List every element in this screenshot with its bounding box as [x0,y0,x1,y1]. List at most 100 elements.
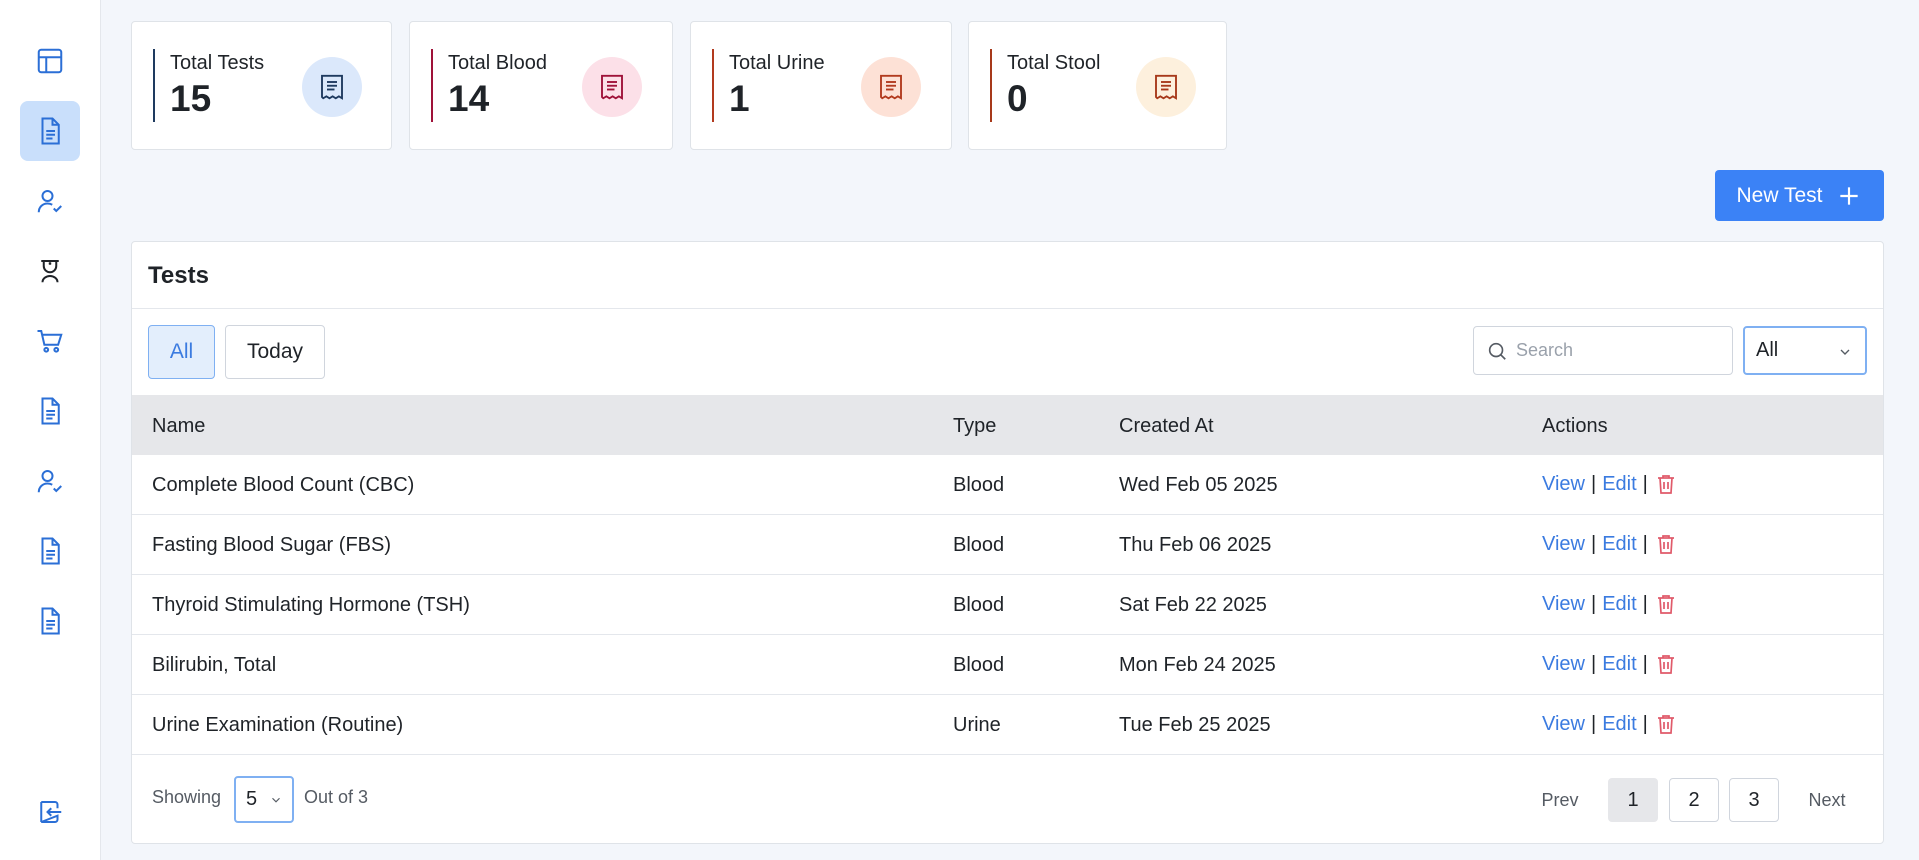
search-input[interactable] [1516,340,1716,361]
stat-card-total-blood: Total Blood 14 [409,21,673,150]
test-created-at: Wed Feb 05 2025 [1119,474,1278,496]
edit-link[interactable]: Edit [1602,713,1636,736]
sidebar-item-nurses[interactable] [20,241,80,301]
nurse-icon [41,260,59,283]
action-separator: | [1591,712,1597,735]
trash-icon[interactable] [1654,472,1678,496]
action-separator: | [1591,652,1597,675]
row-actions: View | Edit | [1542,712,1678,736]
new-test-label: New Test [1736,183,1823,207]
table-row: Bilirubin, Total Blood Mon Feb 24 2025 V… [132,635,1883,695]
stat-card-total-tests: Total Tests 15 [131,21,392,150]
action-separator: | [1642,472,1648,495]
filter-all-button[interactable]: All [148,325,215,379]
trash-icon[interactable] [1654,712,1678,736]
action-separator: | [1591,532,1597,555]
stat-accent-bar [712,49,714,122]
column-header-name[interactable]: Name [152,415,205,438]
stat-label: Total Blood [448,52,547,74]
action-separator: | [1591,472,1597,495]
document-icon [41,607,60,635]
stat-value: 0 [1007,78,1028,119]
sidebar-item-reports[interactable] [20,381,80,441]
column-header-actions: Actions [1542,415,1608,437]
row-actions: View | Edit | [1542,532,1678,556]
user-check-icon [37,190,62,213]
sidebar-item-cart[interactable] [20,311,80,371]
chevron-down-icon [1840,349,1850,355]
view-link[interactable]: View [1542,713,1585,736]
test-name: Bilirubin, Total [152,654,277,676]
row-actions: View | Edit | [1542,652,1678,676]
test-type: Blood [953,594,1005,616]
view-link[interactable]: View [1542,593,1585,616]
test-type: Blood [953,654,1005,676]
sidebar-item-users[interactable] [20,451,80,511]
stat-label: Total Tests [170,52,265,74]
sidebar-item-records[interactable] [20,591,80,651]
page-size-select[interactable]: 5 [234,776,294,823]
filter-today-button[interactable]: Today [225,325,325,379]
column-header-type[interactable]: Type [953,415,996,438]
view-link[interactable]: View [1542,473,1585,496]
test-type: Blood [953,534,1005,556]
stat-card-total-urine: Total Urine 1 [690,21,952,150]
document-icon [41,397,60,425]
action-separator: | [1642,532,1648,555]
stat-accent-bar [153,49,155,122]
edit-link[interactable]: Edit [1602,473,1636,496]
user-check-icon [37,470,62,493]
document-icon [41,537,60,565]
dashboard-icon [37,48,63,74]
receipt-icon [861,57,921,117]
type-filter-select[interactable]: All [1743,326,1867,375]
card-title: Tests [148,262,209,289]
page-2-button[interactable]: 2 [1669,778,1719,822]
row-actions: View | Edit | [1542,472,1678,496]
test-name: Thyroid Stimulating Hormone (TSH) [152,594,470,616]
card-header: Tests [132,242,1883,309]
view-link[interactable]: View [1542,653,1585,676]
document-icon [41,117,60,145]
search-box[interactable] [1473,326,1733,375]
prev-page-button[interactable]: Prev [1530,778,1590,822]
out-of-label: Out of 3 [304,787,369,807]
sidebar-item-patients[interactable] [20,171,80,231]
sidebar-item-tests[interactable] [20,101,80,161]
test-created-at: Thu Feb 06 2025 [1119,534,1272,556]
stat-card-total-stool: Total Stool 0 [968,21,1227,150]
sidebar-item-dashboard[interactable] [20,31,80,91]
new-test-button[interactable]: New Test [1715,170,1884,221]
type-filter-value: All [1756,339,1779,361]
action-separator: | [1642,652,1648,675]
sidebar-item-documents[interactable] [20,521,80,581]
test-name: Complete Blood Count (CBC) [152,474,415,496]
stat-value: 1 [729,78,750,119]
test-type: Blood [953,474,1005,496]
column-header-created-at[interactable]: Created At [1119,415,1214,438]
edit-link[interactable]: Edit [1602,593,1636,616]
search-icon [1488,342,1506,360]
next-page-button[interactable]: Next [1797,778,1857,822]
receipt-icon [1136,57,1196,117]
logout-icon [40,801,62,823]
table-header: Name Type Created At Actions [132,395,1883,455]
table-row: Thyroid Stimulating Hormone (TSH) Blood … [132,575,1883,635]
test-created-at: Tue Feb 25 2025 [1119,714,1271,736]
test-name: Urine Examination (Routine) [152,714,404,736]
chevron-down-icon [272,797,280,803]
page-3-button[interactable]: 3 [1729,778,1779,822]
edit-link[interactable]: Edit [1602,653,1636,676]
action-separator: | [1642,712,1648,735]
view-link[interactable]: View [1542,533,1585,556]
page-1-button[interactable]: 1 [1608,778,1658,822]
page-size-value: 5 [246,788,258,810]
trash-icon[interactable] [1654,652,1678,676]
edit-link[interactable]: Edit [1602,533,1636,556]
trash-icon[interactable] [1654,592,1678,616]
stat-label: Total Urine [729,52,825,74]
trash-icon[interactable] [1654,532,1678,556]
sidebar-item-logout[interactable] [20,782,80,842]
tests-card: Tests All Today All Name Type Created At… [131,241,1884,844]
row-actions: View | Edit | [1542,592,1678,616]
